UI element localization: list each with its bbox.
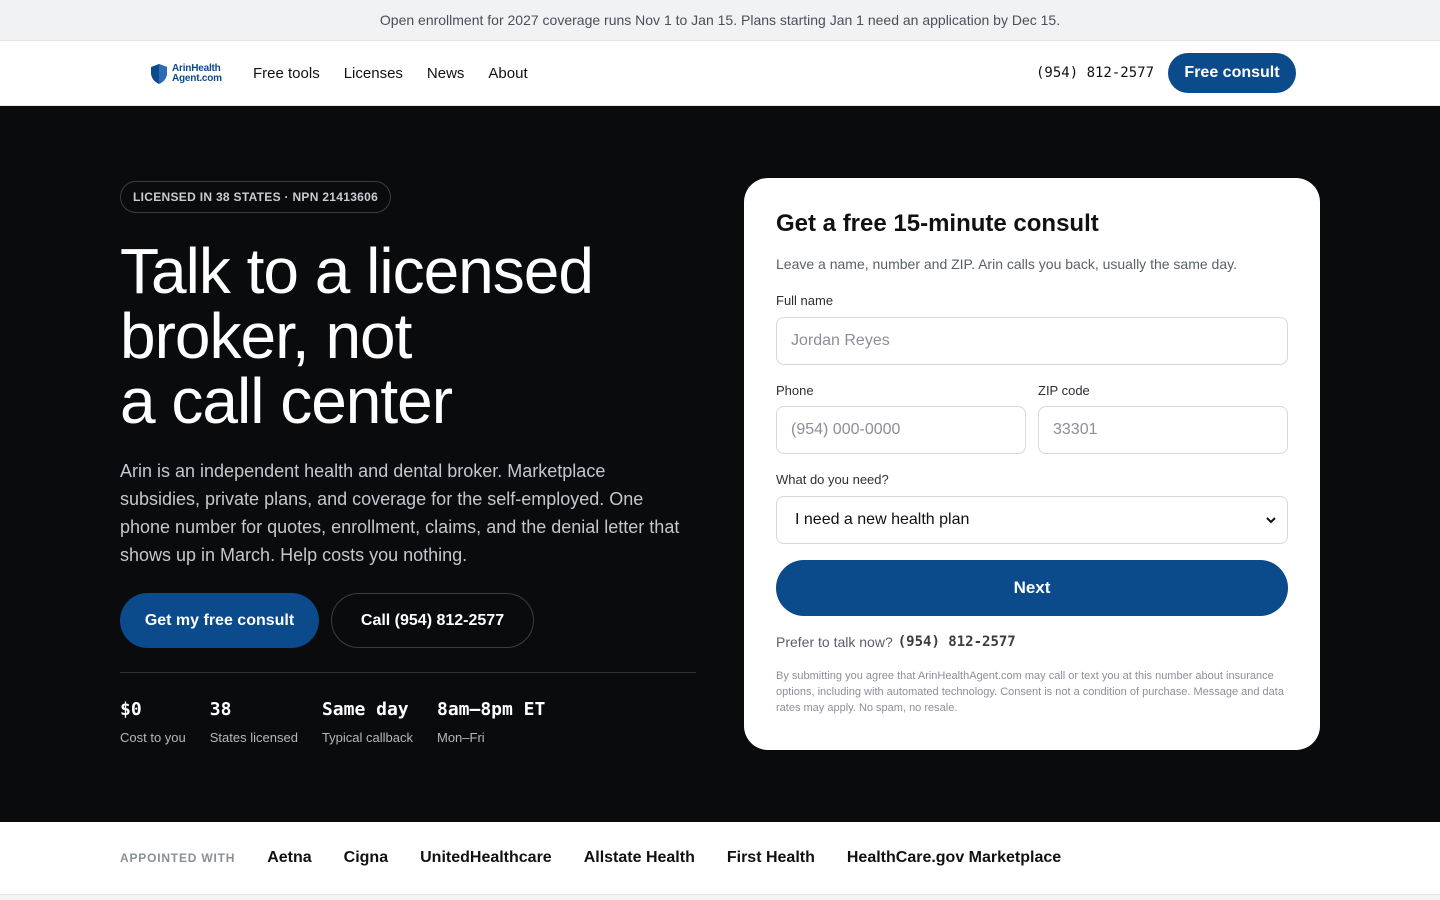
phone-input[interactable] xyxy=(776,406,1026,454)
carrier-first-health: First Health xyxy=(726,849,815,866)
carrier-unitedhealthcare: UnitedHealthcare xyxy=(420,849,552,866)
full-name-label: Full name xyxy=(776,293,834,308)
consult-form-card: Get a free 15-minute consult Leave a nam… xyxy=(744,178,1320,750)
need-selected-value: I need a new health plan xyxy=(795,511,970,528)
headline-line-2: broker, not xyxy=(120,300,412,372)
hero-description: Arin is an independent health and dental… xyxy=(120,461,680,565)
nav-free-consult-button[interactable]: Free consult xyxy=(1168,53,1296,93)
stat-value: 8am–8pm ET xyxy=(436,699,546,720)
phone-label: Phone xyxy=(776,383,814,398)
stat-value: 38 xyxy=(209,699,232,720)
shield-icon xyxy=(151,64,167,84)
zip-input[interactable] xyxy=(1038,406,1288,454)
announcement-text: Open enrollment for 2027 coverage runs N… xyxy=(379,12,1061,28)
stat-label: Typical callback xyxy=(321,730,413,745)
prefer-text: Prefer to talk now? xyxy=(776,634,893,650)
stat-label: Cost to you xyxy=(120,730,186,745)
carrier-allstate-health: Allstate Health xyxy=(583,849,695,866)
stat-cost: $0 Cost to you xyxy=(120,699,186,745)
headline-line-1: Talk to a licensed xyxy=(120,235,594,307)
site-logo[interactable]: ArinHealth Agent.com xyxy=(150,63,222,85)
stat-states: 38 States licensed xyxy=(210,699,298,745)
license-badge: LICENSED IN 38 STATES · NPN 21413606 xyxy=(120,181,392,213)
form-subtitle: Leave a name, number and ZIP. Arin calls… xyxy=(776,256,1237,272)
announcement-bar: Open enrollment for 2027 coverage runs N… xyxy=(0,0,1440,41)
get-free-consult-button[interactable]: Get my free consult xyxy=(120,593,319,648)
need-select[interactable]: I need a new health plan xyxy=(776,496,1288,544)
stat-hours: 8am–8pm ET Mon–Fri xyxy=(437,699,545,745)
full-name-input[interactable] xyxy=(776,317,1288,365)
carriers-strip: APPOINTED WITH Aetna Cigna UnitedHealthc… xyxy=(0,822,1440,894)
logo-wordmark: ArinHealth Agent.com xyxy=(172,64,222,84)
appointed-label: APPOINTED WITH xyxy=(120,851,236,865)
consent-disclaimer: By submitting you agree that ArinHealthA… xyxy=(776,670,1284,714)
carrier-cigna: Cigna xyxy=(343,849,389,866)
stat-callback: Same day Typical callback xyxy=(322,699,413,745)
hero-section: LICENSED IN 38 STATES · NPN 21413606 Tal… xyxy=(0,106,1440,822)
top-nav: ArinHealth Agent.com Free tools Licenses… xyxy=(0,41,1440,106)
chevron-down-icon xyxy=(1266,517,1276,524)
call-phone-button[interactable]: Call (954) 812-2577 xyxy=(331,593,534,648)
stat-label: Mon–Fri xyxy=(436,730,485,745)
logo-line-2: Agent.com xyxy=(172,73,222,84)
carrier-aetna: Aetna xyxy=(267,849,312,866)
headline-line-3: a call center xyxy=(120,365,453,437)
hero-divider xyxy=(120,672,696,673)
prefer-phone-link[interactable]: (954) 812-2577 xyxy=(898,634,1016,650)
nav-link-news[interactable]: News xyxy=(427,65,465,82)
nav-link-about[interactable]: About xyxy=(488,65,527,82)
stat-label: States licensed xyxy=(209,730,298,745)
bottom-divider xyxy=(0,894,1440,900)
nav-phone-link[interactable]: (954) 812-2577 xyxy=(1036,41,1154,105)
form-title: Get a free 15-minute consult xyxy=(776,210,1099,237)
hero-headline: Talk to a licensed broker, not a call ce… xyxy=(120,239,720,434)
hero-stats: $0 Cost to you 38 States licensed Same d… xyxy=(120,699,545,745)
stat-value: $0 xyxy=(120,699,142,720)
carrier-healthcare-gov: HealthCare.gov Marketplace xyxy=(846,849,1062,866)
need-label: What do you need? xyxy=(776,472,889,487)
nav-links: Free tools Licenses News About xyxy=(253,41,528,105)
zip-label: ZIP code xyxy=(1038,383,1090,398)
stat-value: Same day xyxy=(321,699,409,720)
next-button[interactable]: Next xyxy=(776,560,1288,616)
nav-link-free-tools[interactable]: Free tools xyxy=(253,65,320,82)
nav-link-licenses[interactable]: Licenses xyxy=(344,65,403,82)
prefer-talk-row: Prefer to talk now? (954) 812-2577 xyxy=(776,634,1016,650)
